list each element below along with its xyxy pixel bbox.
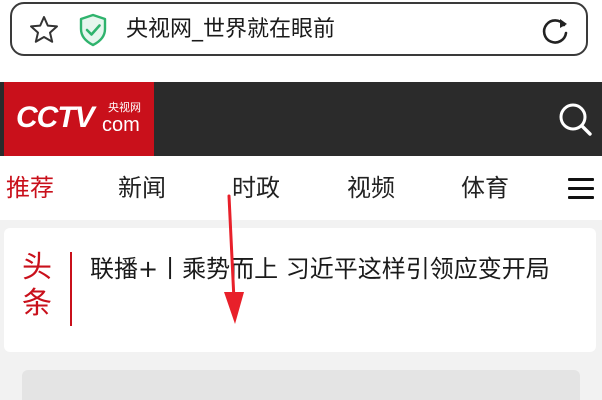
channel-nav: 推荐 新闻 时政 视频 体育 — [0, 156, 602, 220]
down-arrow-annotation-icon — [224, 194, 244, 324]
tab-news[interactable]: 新闻 — [118, 172, 166, 204]
headline-card[interactable]: 头 条 联播+丨乘势而上 习近平这样引领应变开局 — [4, 228, 596, 352]
logo-main-text: CCTV — [16, 101, 95, 134]
logo-com-text: com — [102, 114, 140, 136]
headline-tag-char: 头 — [22, 250, 52, 285]
headline-divider — [70, 252, 72, 326]
headline-tag-char: 条 — [22, 286, 52, 321]
headline-tag: 头 条 — [22, 250, 56, 322]
tab-video[interactable]: 视频 — [347, 172, 395, 204]
cctv-logo[interactable]: CCTV 央视网 com — [4, 82, 154, 156]
reload-icon[interactable] — [538, 14, 572, 48]
headline-title[interactable]: 联播+丨乘势而上 习近平这样引领应变开局 — [90, 248, 580, 290]
tab-recommend[interactable]: 推荐 — [6, 172, 54, 204]
page-title[interactable]: 央视网_世界就在眼前 — [126, 15, 335, 45]
site-header: CCTV 央视网 com — [0, 82, 602, 156]
tab-sports[interactable]: 体育 — [461, 172, 509, 204]
browser-page: 央视网_世界就在眼前 CCTV 央视网 com 推荐 新闻 时政 视频 体育 头 — [0, 0, 602, 400]
address-bar[interactable]: 央视网_世界就在眼前 — [10, 2, 588, 56]
hamburger-menu-icon[interactable] — [568, 178, 594, 200]
star-icon[interactable] — [28, 14, 60, 46]
browser-top-area: 央视网_世界就在眼前 — [0, 0, 602, 82]
content-placeholder — [22, 370, 580, 400]
logo-cn-text: 央视网 — [108, 101, 141, 114]
shield-check-icon[interactable] — [78, 13, 108, 47]
search-icon[interactable] — [556, 100, 594, 138]
